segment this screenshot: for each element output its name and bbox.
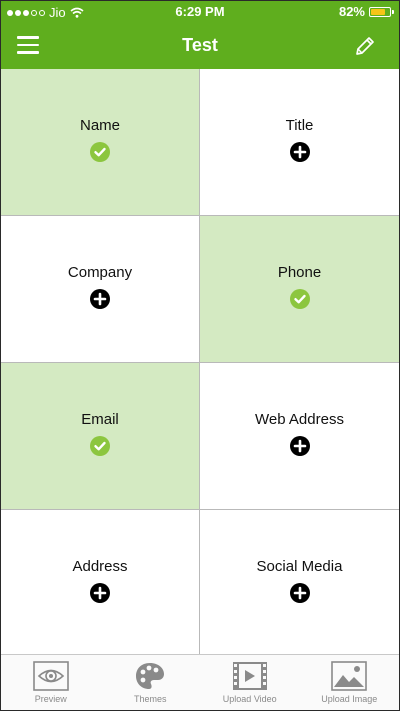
check-circle-icon[interactable] bbox=[289, 288, 310, 309]
field-cell-phone[interactable]: Phone bbox=[200, 216, 399, 363]
image-icon bbox=[331, 661, 368, 691]
edit-button[interactable] bbox=[353, 34, 377, 58]
film-icon bbox=[232, 661, 268, 691]
battery-percent: 82% bbox=[338, 4, 365, 19]
field-cell-title[interactable]: Title bbox=[200, 69, 399, 216]
field-cell-social-media[interactable]: Social Media bbox=[200, 510, 399, 657]
plus-circle-icon[interactable] bbox=[289, 141, 310, 162]
tab-preview[interactable]: Preview bbox=[1, 655, 101, 710]
status-right: 82% bbox=[338, 4, 394, 19]
plus-circle-icon[interactable] bbox=[289, 582, 310, 603]
field-label: Web Address bbox=[255, 410, 344, 428]
tab-themes[interactable]: Themes bbox=[101, 655, 201, 710]
tab-label: Preview bbox=[34, 694, 67, 704]
plus-circle-icon[interactable] bbox=[90, 582, 110, 603]
battery-icon bbox=[369, 6, 394, 17]
nav-bar: Test bbox=[1, 23, 399, 69]
field-label: Phone bbox=[277, 263, 322, 281]
tab-label: Upload Image bbox=[321, 694, 378, 704]
plus-circle-icon[interactable] bbox=[90, 288, 110, 309]
field-label: Name bbox=[79, 116, 120, 134]
field-label: Email bbox=[81, 410, 119, 428]
tab-upload-image[interactable]: Upload Image bbox=[300, 655, 400, 710]
field-cell-email[interactable]: Email bbox=[1, 363, 200, 510]
check-circle-icon[interactable] bbox=[90, 141, 110, 162]
pencil-icon bbox=[356, 37, 374, 55]
field-label: Address bbox=[72, 557, 128, 575]
field-grid: Name Title Company Phone Email Web Address Add… bbox=[1, 69, 399, 657]
field-label: Social Media bbox=[256, 557, 343, 575]
check-circle-icon[interactable] bbox=[90, 435, 110, 456]
tab-label: Themes bbox=[133, 694, 167, 704]
field-cell-web-address[interactable]: Web Address bbox=[200, 363, 399, 510]
battery-level bbox=[371, 8, 386, 15]
field-label: Title bbox=[285, 116, 314, 134]
status-bar: Jio 6:29 PM 82% bbox=[1, 1, 399, 23]
app-frame: Jio 6:29 PM 82% Test Name Title Company … bbox=[0, 0, 400, 711]
page-title: Test bbox=[182, 35, 218, 55]
field-cell-address[interactable]: Address bbox=[1, 510, 200, 657]
field-cell-company[interactable]: Company bbox=[1, 216, 200, 363]
eye-icon bbox=[32, 661, 69, 691]
plus-circle-icon[interactable] bbox=[289, 435, 310, 456]
field-cell-name[interactable]: Name bbox=[1, 69, 200, 216]
tab-label: Upload Video bbox=[222, 694, 277, 704]
field-label: Company bbox=[67, 263, 133, 281]
tab-upload-video[interactable]: Upload Video bbox=[200, 655, 300, 710]
palette-icon bbox=[134, 661, 166, 691]
bottom-tab-bar: Preview Themes Upload Video Upload Image bbox=[1, 654, 400, 710]
